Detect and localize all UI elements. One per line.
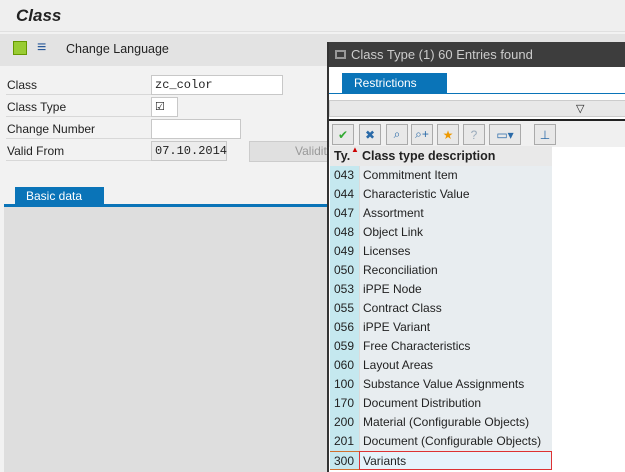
filter-toggle-icon[interactable]: ▽ xyxy=(576,102,584,115)
valid-from-label: Valid From xyxy=(6,141,151,161)
window-icon xyxy=(335,50,346,59)
description-cell: iPPE Node xyxy=(359,280,552,299)
table-header: Ty. ▲ Class type description xyxy=(330,145,552,166)
table-row[interactable]: 047 Assortment xyxy=(330,204,552,223)
description-cell: Reconciliation xyxy=(359,261,552,280)
type-cell: 043 xyxy=(330,166,359,185)
type-cell: 049 xyxy=(330,242,359,261)
change-number-input[interactable] xyxy=(151,119,241,139)
description-cell: Commitment Item xyxy=(359,166,552,185)
class-input[interactable]: zc_color xyxy=(151,75,283,95)
class-type-label: Class Type xyxy=(6,97,151,117)
tab-content xyxy=(4,207,329,472)
sort-asc-icon: ▲ xyxy=(351,145,359,154)
type-cell: 053 xyxy=(330,280,359,299)
type-cell: 170 xyxy=(330,394,359,413)
type-cell: 100 xyxy=(330,375,359,394)
table-row[interactable]: 053 iPPE Node xyxy=(330,280,552,299)
description-cell: Substance Value Assignments xyxy=(359,375,552,394)
tab-restrictions[interactable]: Restrictions xyxy=(342,73,447,93)
help-icon[interactable]: ? xyxy=(463,124,485,145)
popup-title: Class Type (1) 60 Entries found xyxy=(329,42,625,67)
find-next-icon[interactable]: ⌕+ xyxy=(411,124,433,145)
change-language-button[interactable]: Change Language xyxy=(66,42,169,56)
class-label: Class xyxy=(6,75,151,95)
description-cell: Characteristic Value xyxy=(359,185,552,204)
change-number-label: Change Number xyxy=(6,119,151,139)
table-row[interactable]: 055 Contract Class xyxy=(330,299,552,318)
table-row[interactable]: 100 Substance Value Assignments xyxy=(330,375,552,394)
class-type-input[interactable]: ☑ xyxy=(151,97,178,117)
title-bar: Class xyxy=(0,0,625,32)
column-description-header[interactable]: Class type description xyxy=(362,146,495,166)
description-cell: Material (Configurable Objects) xyxy=(359,413,552,432)
type-cell: 050 xyxy=(330,261,359,280)
popup-toolbar: ✔ ✖ ⌕ ⌕+ ★ ? ▭▾ ⊥ xyxy=(329,119,625,147)
hierarchy-icon[interactable]: ≡ xyxy=(37,39,53,56)
print-icon[interactable]: ▭▾ xyxy=(489,124,521,145)
table-row[interactable]: 043 Commitment Item xyxy=(330,166,552,185)
table-row[interactable]: 201 Document (Configurable Objects) xyxy=(330,432,552,451)
filter-pin-icon[interactable]: ⊥ xyxy=(534,124,556,145)
column-type-header[interactable]: Ty. xyxy=(334,146,350,166)
type-cell: 060 xyxy=(330,356,359,375)
table-row[interactable]: 059 Free Characteristics xyxy=(330,337,552,356)
type-cell: 047 xyxy=(330,204,359,223)
filter-bar[interactable]: ▽ xyxy=(329,100,625,117)
description-cell: Document (Configurable Objects) xyxy=(359,432,552,451)
cancel-icon[interactable]: ✖ xyxy=(359,124,381,145)
type-cell: 048 xyxy=(330,223,359,242)
tab-underline xyxy=(329,93,625,94)
description-cell: Object Link xyxy=(359,223,552,242)
table-row[interactable]: 050 Reconciliation xyxy=(330,261,552,280)
type-cell: 201 xyxy=(330,432,359,451)
table-row[interactable]: 060 Layout Areas xyxy=(330,356,552,375)
description-cell: Layout Areas xyxy=(359,356,552,375)
tab-basic-data[interactable]: Basic data xyxy=(15,187,104,205)
table-row[interactable]: 049 Licenses xyxy=(330,242,552,261)
type-cell: 044 xyxy=(330,185,359,204)
type-cell: 300 xyxy=(330,451,359,470)
table-row[interactable]: 300 Variants xyxy=(330,451,552,470)
class-type-popup: Class Type (1) 60 Entries found Restrict… xyxy=(327,42,625,472)
type-cell: 055 xyxy=(330,299,359,318)
valid-from-input[interactable]: 07.10.2014 xyxy=(151,141,227,161)
description-cell: Assortment xyxy=(359,204,552,223)
description-cell: Free Characteristics xyxy=(359,337,552,356)
validity-button[interactable]: Validity xyxy=(249,141,329,162)
table-row[interactable]: 056 iPPE Variant xyxy=(330,318,552,337)
type-cell: 059 xyxy=(330,337,359,356)
type-cell: 056 xyxy=(330,318,359,337)
other-class-icon[interactable] xyxy=(13,41,27,55)
table-row[interactable]: 170 Document Distribution xyxy=(330,394,552,413)
description-cell: Document Distribution xyxy=(359,394,552,413)
description-cell: Contract Class xyxy=(359,299,552,318)
page-title: Class xyxy=(16,6,62,25)
table-row[interactable]: 200 Material (Configurable Objects) xyxy=(330,413,552,432)
find-icon[interactable]: ⌕ xyxy=(386,124,408,145)
description-cell: Variants xyxy=(359,451,552,470)
description-cell: iPPE Variant xyxy=(359,318,552,337)
favorite-add-icon[interactable]: ★ xyxy=(437,124,459,145)
description-cell: Licenses xyxy=(359,242,552,261)
table-row[interactable]: 048 Object Link xyxy=(330,223,552,242)
type-cell: 200 xyxy=(330,413,359,432)
table-row[interactable]: 044 Characteristic Value xyxy=(330,185,552,204)
